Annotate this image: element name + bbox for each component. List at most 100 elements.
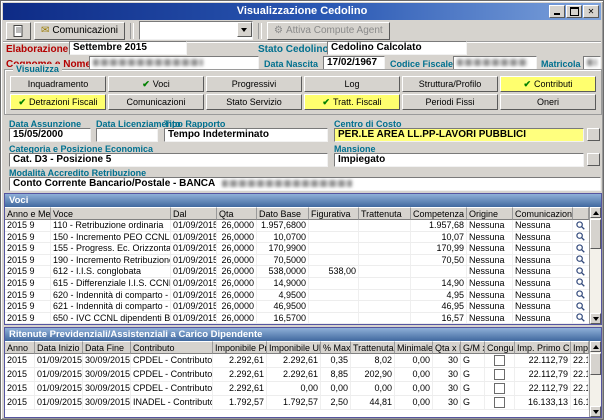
centro-di-costo-browse-button[interactable] <box>587 128 600 141</box>
column-header[interactable]: G/M x Min... <box>461 341 485 354</box>
row-detail-button[interactable] <box>573 220 587 230</box>
elaborazione-field[interactable]: Settembre 2015 <box>69 41 187 55</box>
mansione-field[interactable]: Impiegato <box>334 153 584 167</box>
ritenute-table-row[interactable]: 2015 01/09/2015 30/09/2015 INADEL - Cont… <box>5 396 589 410</box>
modalita-accredito-field[interactable]: Conto Corrente Bancario/Postale - BANCA <box>9 177 601 191</box>
visualizza-inquadramento-button[interactable]: Inquadramento <box>10 76 106 92</box>
column-header[interactable]: Trattenuta <box>359 207 411 220</box>
report-button[interactable] <box>6 22 31 40</box>
data-assunzione-field[interactable]: 15/05/2000 <box>9 128 91 142</box>
column-header[interactable]: Imponibile Ultimo <box>267 341 321 354</box>
column-header[interactable]: Anno <box>5 341 35 354</box>
visualizza-tratt-fiscali-button[interactable]: ✔Tratt. Fiscali <box>304 94 400 110</box>
categoria-posizione-field[interactable]: Cat. D3 - Posizione 5 <box>9 153 328 167</box>
close-button[interactable]: ✕ <box>583 5 599 18</box>
row-detail-button[interactable] <box>573 313 587 323</box>
voci-table-row[interactable]: 2015 9 155 - Progress. Ec. Orizzontale 0… <box>5 243 589 255</box>
ritenute-table-row[interactable]: 2015 01/09/2015 30/09/2015 CPDEL - Contr… <box>5 368 589 382</box>
cell-dal: 01/09/2015 <box>171 266 217 277</box>
column-header[interactable]: Anno e Mese <box>5 207 51 220</box>
column-header[interactable]: Contributo <box>131 341 213 354</box>
visualizza-stato-servizio-button[interactable]: Stato Servizio <box>206 94 302 110</box>
voci-table-row[interactable]: 2015 9 615 - Differenziale I.I.S. CCNL 0… <box>5 278 589 290</box>
voci-table-row[interactable]: 2015 9 150 - Incremento PEO CCNL 02-05 0… <box>5 232 589 244</box>
column-header[interactable]: Qta x Min... <box>433 341 461 354</box>
column-header[interactable]: Data Fine <box>83 341 131 354</box>
voci-table-row[interactable]: 2015 9 12550 - Rit. Sind. Tessera C.G.I.… <box>5 324 589 325</box>
row-detail-button[interactable] <box>573 266 587 276</box>
minimize-button[interactable] <box>549 5 565 18</box>
voci-table-row[interactable]: 2015 9 620 - Indennità di comparto - quo… <box>5 290 589 302</box>
voci-table-row[interactable]: 2015 9 650 - IVC CCNL dipendenti Biennio… <box>5 313 589 325</box>
column-header[interactable]: Figurativa <box>309 207 359 220</box>
row-detail-button[interactable] <box>573 324 587 325</box>
centro-di-costo-field[interactable]: PER.LE AREA LL.PP-LAVORI PUBBLICI <box>334 128 584 142</box>
row-detail-button[interactable] <box>573 301 587 311</box>
data-nascita-field[interactable]: 17/02/1967 <box>323 56 385 70</box>
row-detail-button[interactable] <box>573 232 587 242</box>
scroll-up-button[interactable] <box>590 341 601 352</box>
column-header[interactable]: Conguaglio <box>485 341 515 354</box>
column-header[interactable]: Data Inizio <box>35 341 83 354</box>
mansione-browse-button[interactable] <box>587 153 600 166</box>
tipo-rapporto-field[interactable]: Tempo Indeterminato <box>164 128 328 142</box>
column-header[interactable]: Dato Base <box>257 207 309 220</box>
scroll-down-button[interactable] <box>590 313 601 324</box>
cell-imp-primo-cong: 22.112,79 <box>515 382 571 395</box>
stato-cedolino-field[interactable]: Cedolino Calcolato <box>327 41 467 55</box>
matricola-field[interactable] <box>583 56 601 70</box>
codice-fiscale-field[interactable] <box>453 56 537 70</box>
column-header[interactable]: Qta <box>217 207 257 220</box>
scroll-up-button[interactable] <box>590 207 601 218</box>
maximize-button[interactable] <box>566 5 582 18</box>
column-header[interactable]: % Max <box>321 341 351 354</box>
visualizza-struttura-profilo-button[interactable]: Struttura/Profilo <box>402 76 498 92</box>
visualizza-detrazioni-fiscali-button[interactable]: ✔Detrazioni Fiscali <box>10 94 106 110</box>
attiva-compute-agent-button[interactable]: ⚙ Attiva Compute Agent <box>267 22 390 40</box>
ritenute-table-row[interactable]: 2015 01/09/2015 30/09/2015 CPDEL - Contr… <box>5 382 589 396</box>
voci-table-row[interactable]: 2015 9 621 - Indennità di comparto - quo… <box>5 301 589 313</box>
voci-table-row[interactable]: 2015 9 612 - I.I.S. conglobata 01/09/201… <box>5 266 589 278</box>
toolbar-combobox[interactable] <box>139 21 253 40</box>
row-detail-button[interactable] <box>573 290 587 300</box>
column-header[interactable]: Trattenuta <box>351 341 395 354</box>
row-detail-button[interactable] <box>573 243 587 253</box>
visualizza-log-button[interactable]: Log <box>304 76 400 92</box>
scrollbar-thumb[interactable] <box>590 219 601 249</box>
data-licenziamento-field[interactable] <box>96 128 158 142</box>
column-header[interactable]: Origine <box>467 207 513 220</box>
visualizza-periodi-fissi-button[interactable]: Periodi Fissi <box>402 94 498 110</box>
voci-table-row[interactable]: 2015 9 110 - Retribuzione ordinaria 01/0… <box>5 220 589 232</box>
column-header[interactable]: Competenza <box>411 207 467 220</box>
visualizza-voci-button[interactable]: ✔Voci <box>108 76 204 92</box>
ritenute-scrollbar[interactable] <box>589 341 601 417</box>
combo-dropdown-button[interactable] <box>237 22 252 37</box>
visualizza-oneri-button[interactable]: Oneri <box>500 94 596 110</box>
column-header[interactable]: Voce <box>51 207 171 220</box>
visualizza-comunicazioni-button[interactable]: Comunicazioni <box>108 94 204 110</box>
column-header[interactable]: Comunicazione <box>513 207 573 220</box>
row-detail-button[interactable] <box>573 255 587 265</box>
cell-anno-mese: 2015 9 <box>5 278 51 289</box>
voci-scrollbar[interactable] <box>589 207 601 324</box>
voci-table-row[interactable]: 2015 9 190 - Incremento Retribuzione ord… <box>5 255 589 267</box>
scrollbar-thumb[interactable] <box>590 353 601 375</box>
ritenute-table-row[interactable]: 2015 01/09/2015 30/09/2015 CPDEL - Contr… <box>5 354 589 368</box>
column-header[interactable]: Imp. U... <box>571 341 589 354</box>
conguaglio-checkbox[interactable] <box>494 369 505 380</box>
cell-voce: 620 - Indennità di comparto - quota <box>51 290 171 301</box>
visualizza-contributi-button[interactable]: ✔Contributi <box>500 76 596 92</box>
conguaglio-checkbox[interactable] <box>494 397 505 408</box>
column-header[interactable]: Dal <box>171 207 217 220</box>
column-header[interactable]: Imponibile Primo <box>213 341 267 354</box>
conguaglio-checkbox[interactable] <box>494 355 505 366</box>
visualizza-progressivi-button[interactable]: Progressivi <box>206 76 302 92</box>
column-header[interactable]: Imp. Primo Cong. <box>515 341 571 354</box>
cognome-nome-field[interactable] <box>89 56 259 70</box>
column-header[interactable]: Minimale <box>395 341 433 354</box>
scroll-down-button[interactable] <box>590 406 601 417</box>
row-detail-button[interactable] <box>573 278 587 288</box>
conguaglio-checkbox[interactable] <box>494 383 505 394</box>
cell-dal: 01/09/2015 <box>171 243 217 254</box>
comunicazioni-button[interactable]: ✉ Comunicazioni <box>34 22 125 40</box>
